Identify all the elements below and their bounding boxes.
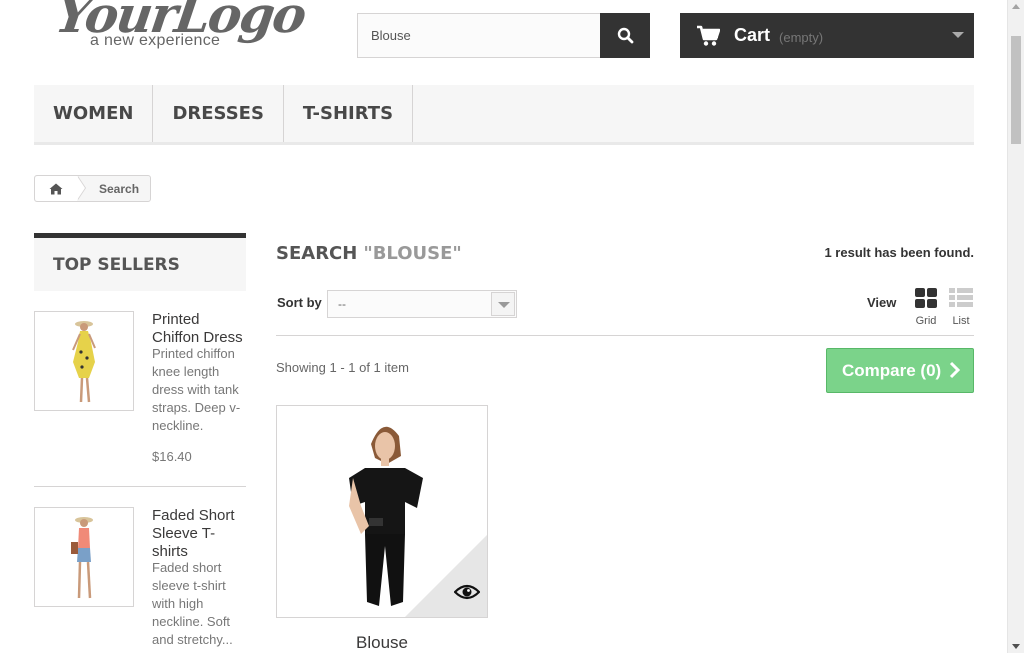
- list-icon: [949, 288, 973, 307]
- divider: [34, 486, 246, 487]
- sort-select[interactable]: --: [327, 290, 517, 318]
- scrollbar-thumb[interactable]: [1011, 36, 1021, 144]
- chevron-down-icon: [952, 32, 964, 38]
- search-form: [357, 13, 650, 58]
- breadcrumb: Search: [34, 175, 152, 202]
- top-seller-price: $16.40: [152, 449, 192, 464]
- product-thumbnail[interactable]: [34, 507, 134, 607]
- view-label: View: [867, 295, 897, 310]
- search-input[interactable]: [358, 14, 600, 57]
- home-icon: [49, 183, 63, 194]
- top-seller-item: Faded Short Sleeve T-shirts Faded short …: [34, 507, 246, 653]
- cart-quantity: (empty): [779, 29, 824, 45]
- result-count: 1 result has been found.: [824, 245, 974, 260]
- site-logo[interactable]: YourLogo a new experience: [52, 0, 309, 56]
- breadcrumb-current: Search: [99, 181, 140, 196]
- breadcrumb-home[interactable]: [35, 176, 86, 201]
- chevron-right-icon: [949, 361, 961, 379]
- sort-label: Sort by: [277, 295, 322, 310]
- main-menu: WOMEN DRESSES T-SHIRTS: [34, 85, 974, 145]
- view-grid-button[interactable]: Grid: [912, 288, 940, 327]
- sort-value: --: [338, 297, 346, 311]
- top-seller-name[interactable]: Faded Short Sleeve T-shirts: [152, 507, 246, 561]
- top-seller-name[interactable]: Printed Chiffon Dress: [152, 311, 246, 347]
- top-seller-item: Printed Chiffon Dress Printed chiffon kn…: [34, 311, 246, 471]
- view-list-label: List: [952, 315, 970, 327]
- top-sellers-title: TOP SELLERS: [34, 233, 246, 291]
- menu-item-tshirts[interactable]: T-SHIRTS: [284, 85, 414, 142]
- eye-icon[interactable]: [454, 583, 480, 601]
- view-list-button[interactable]: List: [947, 288, 975, 327]
- product-thumbnail[interactable]: [34, 311, 134, 411]
- shopping-cart-icon: [697, 25, 720, 46]
- grid-icon: [915, 288, 937, 308]
- chevron-down-icon: [491, 292, 515, 316]
- compare-button[interactable]: Compare (0): [826, 348, 974, 393]
- top-seller-description: Printed chiffon knee length dress with t…: [152, 346, 241, 433]
- scroll-up-arrow[interactable]: [1012, 4, 1020, 9]
- quick-view-corner[interactable]: [405, 535, 487, 617]
- search-query: "BLOUSE": [363, 243, 462, 264]
- product-image: [71, 517, 93, 599]
- product-card[interactable]: [276, 405, 488, 618]
- product-image: [72, 321, 96, 403]
- cart-button[interactable]: Cart (empty): [680, 13, 974, 58]
- search-button[interactable]: [600, 13, 650, 58]
- showing-count: Showing 1 - 1 of 1 item: [276, 360, 409, 375]
- logo-tagline: a new experience: [90, 32, 221, 49]
- product-name[interactable]: Blouse: [276, 633, 488, 653]
- scrollbar[interactable]: [1007, 0, 1024, 653]
- cart-label: Cart: [734, 25, 771, 45]
- top-seller-description: Faded short sleeve t-shirt with high nec…: [152, 560, 233, 647]
- scroll-down-arrow[interactable]: [1012, 644, 1020, 649]
- compare-label: Compare (0): [842, 360, 942, 380]
- menu-item-dresses[interactable]: DRESSES: [153, 85, 284, 142]
- menu-item-women[interactable]: WOMEN: [34, 85, 154, 142]
- page-title-label: SEARCH: [276, 243, 358, 264]
- divider: [276, 335, 974, 336]
- view-grid-label: Grid: [915, 315, 937, 327]
- search-icon: [617, 27, 633, 44]
- page-title: SEARCH "BLOUSE": [276, 243, 462, 264]
